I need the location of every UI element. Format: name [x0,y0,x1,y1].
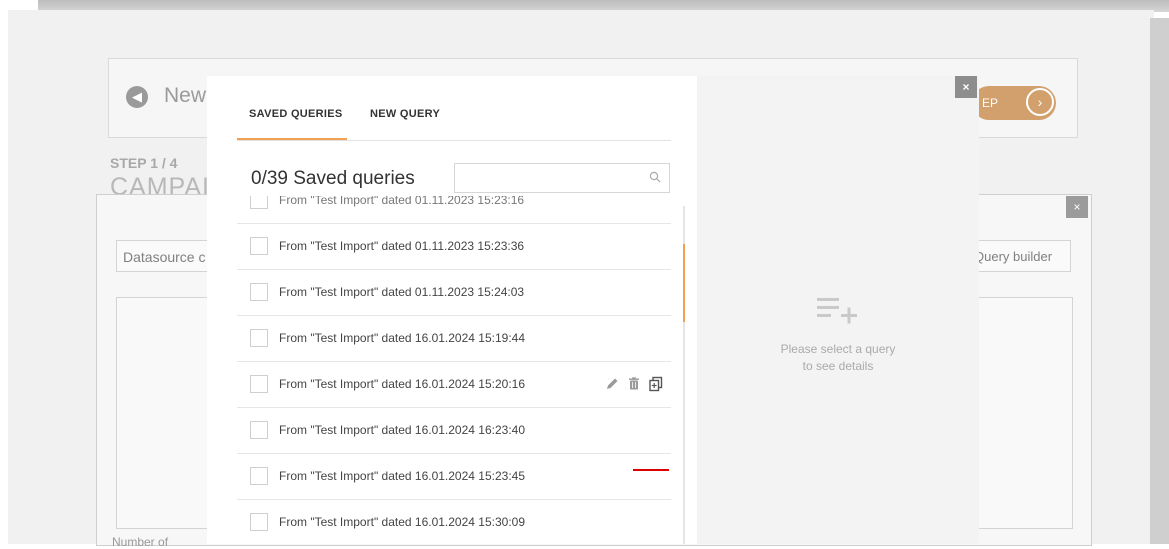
query-label: From "Test Import" dated 01.11.2023 15:2… [279,196,525,207]
background-next-label: EP [982,96,999,110]
query-label: From "Test Import" dated 16.01.2024 16:2… [279,423,525,437]
row-checkbox[interactable] [250,375,268,393]
search-input[interactable] [454,163,670,193]
row-actions [601,375,665,395]
chevron-right-icon: › [1026,88,1054,116]
details-placeholder-line1: Please select a query [780,342,896,356]
tab-saved-queries[interactable]: SAVED QUERIES [249,108,343,120]
query-label: From "Test Import" dated 16.01.2024 15:1… [279,331,525,345]
annotation-underline [633,469,669,471]
list-item[interactable]: From "Test Import" dated 16.01.2024 15:1… [237,316,671,362]
background-box-right [978,297,1073,529]
tab-bar: SAVED QUERIES NEW QUERY [237,76,671,141]
active-tab-indicator [237,138,347,140]
pencil-icon[interactable] [603,375,621,393]
search-icon [649,171,661,183]
list-item-hovered[interactable]: From "Test Import" dated 16.01.2024 15:2… [237,362,671,408]
query-label: From "Test Import" dated 16.01.2024 15:2… [279,469,525,483]
list-item[interactable]: From "Test Import" dated 16.01.2024 15:3… [237,500,671,544]
background-edge [1150,18,1169,544]
close-button[interactable]: × [955,76,977,98]
trash-icon[interactable] [625,375,643,393]
details-placeholder: Please select a query to see details [697,341,979,375]
back-arrow-icon: ◀ [126,86,148,108]
query-list-pane: SAVED QUERIES NEW QUERY 0/39 Saved queri… [207,76,697,544]
query-label: From "Test Import" dated 16.01.2024 15:2… [279,377,525,391]
list-item[interactable]: From "Test Import" dated 01.11.2023 15:2… [237,196,671,224]
details-placeholder-line2: to see details [802,359,874,373]
list-item[interactable]: From "Test Import" dated 16.01.2024 15:2… [237,454,671,500]
background-number-label: Number of [112,535,169,549]
row-checkbox[interactable] [250,329,268,347]
list-item[interactable]: From "Test Import" dated 01.11.2023 15:2… [237,224,671,270]
list-item[interactable]: From "Test Import" dated 01.11.2023 15:2… [237,270,671,316]
background-new-label: New [164,84,207,107]
query-label: From "Test Import" dated 01.11.2023 15:2… [279,239,525,253]
query-label: From "Test Import" dated 01.11.2023 15:2… [279,285,525,299]
background-box-left [116,297,208,529]
saved-queries-count: 0/39 Saved queries [251,168,415,189]
background-step-label: STEP 1 / 4 [110,155,178,171]
playlist-add-icon [817,298,857,324]
row-checkbox[interactable] [250,467,268,485]
row-checkbox[interactable] [250,421,268,439]
background-query-builder-button: Query builder [965,240,1071,272]
row-checkbox[interactable] [250,283,268,301]
list-item[interactable]: From "Test Import" dated 16.01.2024 16:2… [237,408,671,454]
row-checkbox[interactable] [250,196,268,209]
background-datasource-field: Datasource c [116,240,216,272]
saved-queries-modal: SAVED QUERIES NEW QUERY 0/39 Saved queri… [207,76,979,544]
row-checkbox[interactable] [250,513,268,531]
background-close-icon: × [1066,196,1088,218]
row-checkbox[interactable] [250,237,268,255]
list-scrollbar-thumb[interactable] [683,244,685,322]
saved-queries-list: From "Test Import" dated 01.11.2023 15:2… [237,196,671,544]
query-label: From "Test Import" dated 16.01.2024 15:3… [279,515,525,529]
tab-new-query[interactable]: NEW QUERY [370,108,440,120]
copy-icon[interactable] [647,375,665,393]
background-next-button: EP › [972,86,1056,120]
